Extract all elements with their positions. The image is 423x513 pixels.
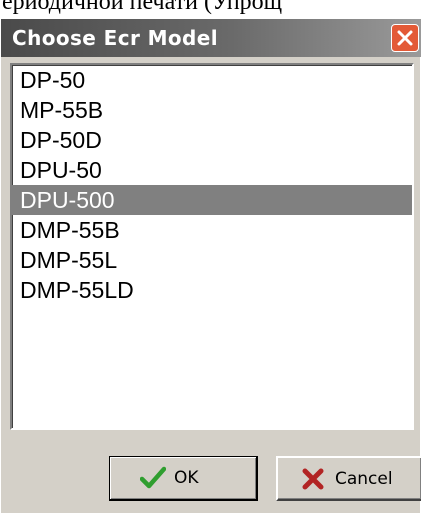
dialog-titlebar[interactable]: Choose Ecr Model: [1, 19, 421, 57]
model-list-item[interactable]: DMP-55L: [12, 245, 412, 275]
cross-icon: [302, 468, 324, 490]
close-button[interactable]: [391, 24, 419, 52]
ecr-model-list[interactable]: DP-50 MP-55B DP-50D DPU-50 DPU-500 DMP-55B DMP…: [10, 63, 414, 430]
model-list-item[interactable]: DPU-500: [12, 185, 412, 215]
ok-button-label: OK: [174, 468, 199, 488]
dialog-title: Choose Ecr Model: [12, 26, 218, 50]
background-text: ериодичнои печати (Упрощ: [2, 0, 283, 15]
model-list-item[interactable]: MP-55B: [12, 95, 412, 125]
model-list-item[interactable]: DPU-50: [12, 155, 412, 185]
choose-ecr-model-dialog: Choose Ecr Model DP-50 MP-55B DP-50D DPU-50…: [0, 18, 421, 513]
screenshot-page: ериодичнои печати (Упрощ Choose Ecr Mode…: [0, 0, 423, 513]
checkmark-icon: [140, 466, 166, 489]
model-list-items: DP-50 MP-55B DP-50D DPU-50 DPU-500 DMP-55B DMP…: [12, 65, 412, 305]
close-icon: [397, 30, 413, 46]
ok-button[interactable]: OK: [109, 456, 258, 501]
model-list-item[interactable]: DP-50: [12, 65, 412, 95]
background-document-fragment: ериодичнои печати (Упрощ: [0, 0, 423, 18]
cancel-button[interactable]: Cancel: [276, 456, 421, 501]
model-list-item[interactable]: DMP-55B: [12, 215, 412, 245]
model-list-item[interactable]: DP-50D: [12, 125, 412, 155]
cancel-button-label: Cancel: [335, 469, 393, 489]
model-list-item[interactable]: DMP-55LD: [12, 275, 412, 305]
